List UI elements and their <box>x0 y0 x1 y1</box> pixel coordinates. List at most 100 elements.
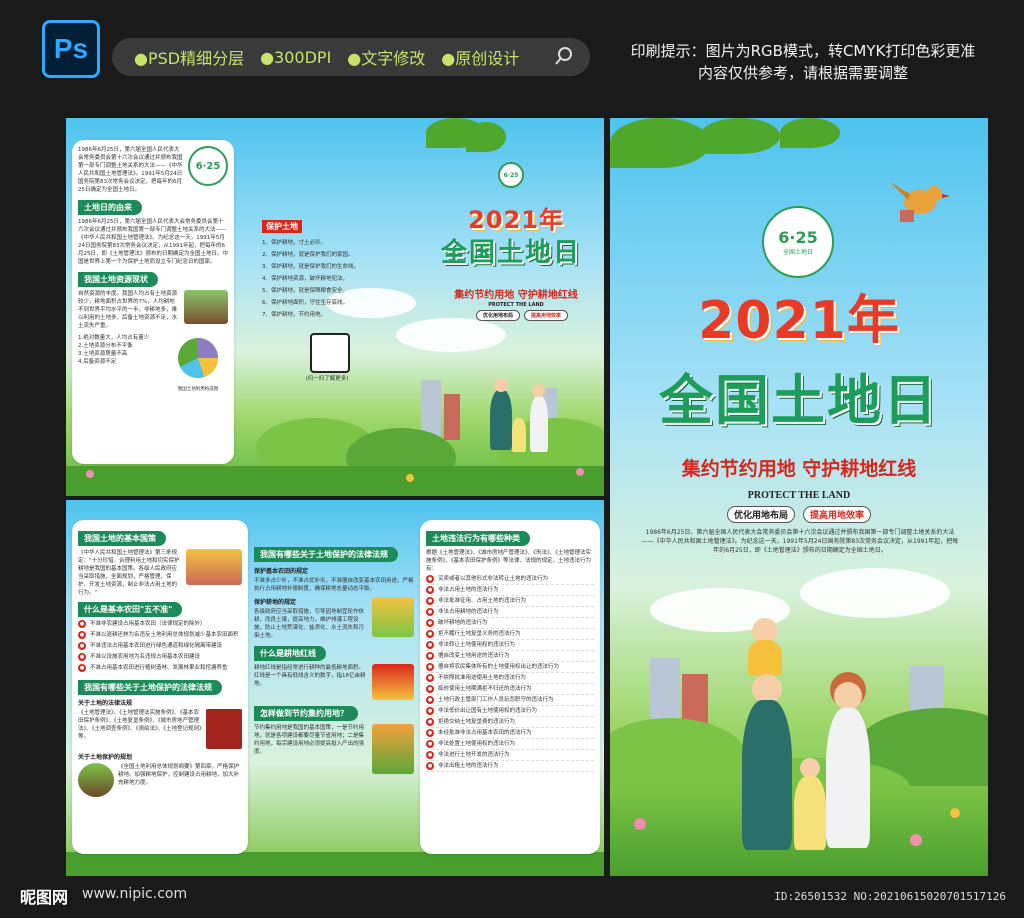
image-id: ID:26501532 NO:20210615020701517126 <box>774 890 1006 903</box>
illegal-item-text: 不依照批准用途使用土地的违法行为 <box>438 675 527 681</box>
land-day-logo: 6·25 全国土地日 <box>762 206 834 278</box>
family-illustration <box>486 368 566 468</box>
five-rule-item: 不准非农建设占用基本农田（法律规定的除外） <box>90 621 206 627</box>
basic-policy-text: 《中华人民共和国土地管理法》第三条规定："十分珍惜、合理利用土地和切实保护耕地是… <box>78 550 180 596</box>
flower <box>634 818 646 830</box>
illegal-item-text: 拒绝交纳土地复垦费的违法行为 <box>438 719 516 725</box>
front-cover-panel: 6·25 全国土地日 2021年 全国土地日 集约节约用地 守护耕地红线 PRO… <box>610 118 988 876</box>
grass <box>66 466 604 496</box>
protect-item: 2、保护耕地，就是保护我们的家园。 <box>262 252 354 258</box>
boy-figure <box>748 640 782 676</box>
save-land-text: 节约集约用地是我国的基本国策，一是节约用地，就是各项建设都要尽量节省用地；二是集… <box>254 725 365 755</box>
mother-head <box>834 682 862 710</box>
print-note-line2: 内容仅供参考，请根据需要调整 <box>697 64 908 82</box>
status-list-item: 2.土地资源分布不平衡 <box>78 343 133 349</box>
illegal-item-text: 未经批准非法占用基本农田的违法行为 <box>438 730 532 736</box>
illegal-item-text: 非法占用土地的违法行为 <box>438 587 499 593</box>
inside-year-title: 2021年 <box>468 206 564 234</box>
illegal-list-item: ● 非法批准征用、占用土地的违法行为 <box>426 597 594 607</box>
illegal-list-item: ● 拒不履行土地复垦义务的违法行为 <box>426 630 594 640</box>
mid-text-1: 不准多占少补，不准占优补劣，不准擅自改变基本农田用途，严格执行占用耕地补偿制度，… <box>254 578 414 592</box>
illegal-item-text: 非法进行土地开发的违法行为 <box>438 752 510 758</box>
bullet-icon: ● <box>426 751 434 759</box>
laws-subheading-1: 关于土地的法律法规 <box>78 700 133 707</box>
tag-text-edit: ●文字修改 <box>347 49 426 68</box>
city-image <box>372 724 414 774</box>
illegal-list-item: ● 未经批准非法占用基本农田的违法行为 <box>426 729 594 739</box>
bullet-icon: ● <box>426 762 434 770</box>
illegal-item-text: 非法出租土地的违法行为 <box>438 763 499 769</box>
qr-code-frame <box>310 333 350 373</box>
bullet-icon: ● <box>78 653 86 661</box>
back-middle-column: 我国有哪些关于土地保护的法律法规 保护基本农田的规定 不准多占少补，不准占优补劣… <box>254 542 414 774</box>
bullet-icon: ● <box>426 641 434 649</box>
pie-caption: 我国土地利用构成图 <box>177 387 219 392</box>
bullet-icon: ● <box>426 674 434 682</box>
protect-item: 3、保护耕地，就是保护我们的生命线。 <box>262 264 360 270</box>
illegal-item-text: 非法批准征用、占用土地的违法行为 <box>438 598 527 604</box>
five-rule-item: 不准以退耕还林为名违反土地利用总体规划减少基本农田面积 <box>90 632 239 638</box>
cloud <box>800 568 950 618</box>
illegal-list-item: ● 擅自改变土地用途的违法行为 <box>426 652 594 662</box>
law-book-image <box>206 709 242 749</box>
cover-protect-label: PROTECT THE LAND <box>747 490 851 501</box>
bullet-icon: ● <box>426 597 434 605</box>
mid-subheading-1: 保护基本农田的规定 <box>254 568 309 575</box>
grass <box>66 852 604 876</box>
status-list-item: 3.土地资源质量不高 <box>78 351 128 357</box>
five-rule-item: 不准违法占用基本农田进行绿色通道和绿化隔离带建设 <box>90 643 223 649</box>
bullet-icon: ● <box>426 630 434 638</box>
bullet-icon: ● <box>426 575 434 583</box>
flower <box>576 468 584 476</box>
leaves-decoration <box>700 118 780 154</box>
intro-text: 1986年6月25日，第六届全国人民代表大会常务委员会第十六次会议通过并颁布我国… <box>78 147 183 193</box>
father-head <box>494 378 508 392</box>
seedling-image <box>78 763 114 797</box>
cover-main-title: 全国土地日 <box>659 369 939 432</box>
protect-item: 5、保护耕地，就是保障粮食安全。 <box>262 288 349 294</box>
bullet-icon: ● <box>78 620 86 628</box>
protect-heading: 保护土地 <box>262 220 302 233</box>
status-list-item: 1.绝对数量大，人均占有量少 <box>78 335 150 341</box>
land-day-logo: 6·25 <box>188 146 228 186</box>
illegal-item-text: 临时使用土地期满拒不归还的违法行为 <box>438 686 532 692</box>
inside-protect-label: PROTECT THE LAND <box>488 302 544 308</box>
logo-text: 全国土地日 <box>782 249 813 256</box>
bullet-icon: ● <box>426 608 434 616</box>
cover-slogan: 集约节约用地 守护耕地红线 <box>681 458 917 480</box>
girl-figure <box>794 776 826 850</box>
tag-original: ●原创设计 <box>441 49 520 68</box>
farmland-photo <box>184 290 228 324</box>
illegal-item-text: 擅自将农民集体所有的土地使用权出让的违法行为 <box>438 664 560 670</box>
illegal-list-item: ● 破坏耕地的违法行为 <box>426 619 594 629</box>
illegal-list-item: ● 非法处置土地使用权的违法行为 <box>426 740 594 750</box>
illegal-list-item: ● 非法转让土地使用权的违法行为 <box>426 641 594 651</box>
status-text: 自然资源的丰度。我国人均占有土地资源较少，耕地面积占世界的7%，人均耕地不到世界… <box>78 291 178 329</box>
bullet-icon: ● <box>426 729 434 737</box>
illegal-list-item: ● 买卖或者以其他形式非法转让土地的违法行为 <box>426 575 594 585</box>
illegal-item-text: 非法转让土地使用权的违法行为 <box>438 642 516 648</box>
back-card-left: 我国土地的基本国策 《中华人民共和国土地管理法》第三条规定："十分珍惜、合理利用… <box>72 520 248 854</box>
origin-heading: 土地日的由来 <box>78 200 142 215</box>
five-rule-item: 不准占用基本农田进行植树造林、发展林果业和挖塘养鱼 <box>90 665 228 671</box>
logo-digits: 6·25 <box>195 160 221 172</box>
illegal-list-item: ● 不依照批准用途使用土地的违法行为 <box>426 674 594 684</box>
nipic-url[interactable]: www.nipic.com <box>82 886 187 902</box>
back-card-right: 土地违法行为有哪些种类 根据《土地管理法》、《城市房地产管理法》、《刑法》、《土… <box>420 520 600 854</box>
leaves-decoration <box>466 122 506 152</box>
redline-image <box>372 664 414 700</box>
mid-text-2: 各级政府应当采取措施，引导因地制宜轮作休耕，改良土壤，提高地力，维护排灌工程设施… <box>254 609 365 639</box>
inside-slogan: 集约节约用地 守护耕地红线 <box>454 290 578 301</box>
illegal-list: ● 买卖或者以其他形式非法转让土地的违法行为 ● 非法占用土地的违法行为 ● 非法批准征用… <box>426 575 594 772</box>
search-icon[interactable] <box>554 46 574 66</box>
bullet-icon: ● <box>426 652 434 660</box>
redline-text: 耕地红线是指经常进行耕种的最低耕地面积。红线是一个具有低线含义的数字，指18亿亩… <box>254 665 366 687</box>
bullet-icon: ● <box>426 586 434 594</box>
field-photo <box>186 549 242 585</box>
redline-heading: 什么是耕地红线 <box>254 646 326 661</box>
inside-spread-panel: 1986年6月25日，第六届全国人民代表大会常务委员会第十六次会议通过并颁布我国… <box>66 118 604 496</box>
flower <box>406 474 414 482</box>
basic-policy-heading: 我国土地的基本国策 <box>78 531 166 546</box>
mid-laws-heading: 我国有哪些关于土地保护的法律法规 <box>254 547 398 562</box>
illegal-item-text: 破坏耕地的违法行为 <box>438 620 488 626</box>
